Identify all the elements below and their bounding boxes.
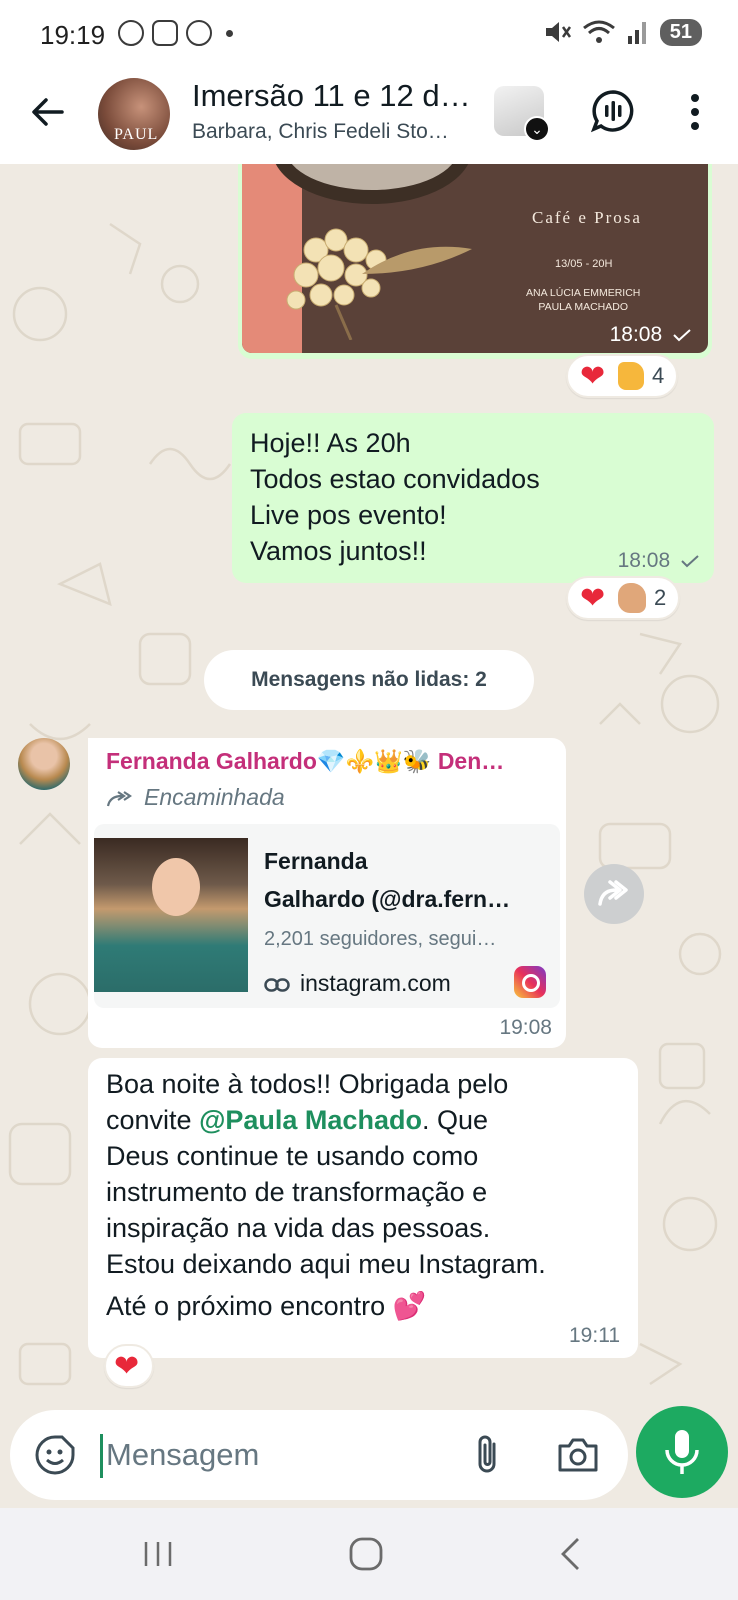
- status-time: 19:19: [40, 20, 106, 50]
- thumbnail-face: [152, 858, 200, 916]
- system-navigation-bar: [0, 1508, 738, 1600]
- text-caret: [100, 1434, 103, 1478]
- link-preview-title: Fernanda Galhardo (@dra.fern…: [264, 842, 510, 918]
- message-line: inspiração na vida das pessoas.: [106, 1213, 491, 1243]
- chat-header: PAUL Imersão 11 e 12 d… Barbara, Chris F…: [0, 68, 738, 164]
- link-title-line: Fernanda: [264, 848, 368, 874]
- message-line: Boa noite à todos!! Obrigada pelo: [106, 1069, 509, 1099]
- attach-icon[interactable]: [470, 1432, 504, 1478]
- flyer-host-2: PAULA MACHADO: [538, 301, 629, 313]
- image-message[interactable]: Café e Prosa 13/05 - 20H ANA LÚCIA EMMER…: [238, 164, 712, 359]
- message-input[interactable]: [106, 1428, 436, 1482]
- forwarded-message-time: 19:08: [499, 1016, 552, 1039]
- group-name[interactable]: Imersão 11 e 12 d…: [192, 78, 471, 114]
- link-preview-domain: instagram.com: [264, 970, 451, 997]
- image-reactions[interactable]: 4: [566, 354, 679, 398]
- threads-icon: [118, 20, 144, 46]
- signal-icon: [627, 22, 646, 44]
- flyer-host-1: ANA LÚCIA EMMERICH: [526, 287, 641, 299]
- nav-home-icon[interactable]: [348, 1536, 384, 1572]
- image-time-text: 18:08: [609, 323, 663, 346]
- outgoing-reactions[interactable]: 2: [566, 576, 681, 620]
- mute-icon: [545, 22, 571, 42]
- sent-check-icon: [673, 329, 691, 342]
- whatsapp-status-icon: [186, 20, 212, 46]
- link-title-line: Galhardo (@dra.fern…: [264, 886, 511, 912]
- event-flyer-image[interactable]: Café e Prosa 13/05 - 20H ANA LÚCIA EMMER…: [242, 164, 708, 353]
- message-line: Até o próximo encontro 💕: [106, 1291, 427, 1321]
- voice-record-button[interactable]: [636, 1406, 728, 1498]
- forwarded-icon: [106, 791, 132, 807]
- outgoing-message-text: Hoje!! As 20h Todos estao convidados Liv…: [250, 425, 540, 569]
- voice-chat-icon[interactable]: [590, 88, 636, 134]
- instagram-icon: [514, 966, 546, 998]
- link-preview-card[interactable]: Fernanda Galhardo (@dra.fern… 2,201 segu…: [94, 824, 560, 1008]
- instagram-status-icon: [152, 20, 178, 46]
- outgoing-line: Hoje!! As 20h: [250, 428, 411, 458]
- mention-prefix: convite: [106, 1105, 200, 1135]
- flyer-title: Café e Prosa: [532, 208, 642, 227]
- outgoing-message-time: 18:08: [618, 549, 700, 573]
- incoming-reactions[interactable]: [104, 1344, 154, 1388]
- link-domain-text: instagram.com: [300, 970, 451, 996]
- outgoing-line: Vamos juntos!!: [250, 536, 427, 566]
- battery-indicator: 51: [659, 18, 702, 46]
- image-reaction-count: 4: [652, 363, 665, 388]
- more-vert-icon[interactable]: [684, 92, 706, 132]
- mention-link[interactable]: @Paula Machado: [199, 1105, 422, 1135]
- heart-reaction-icon: [580, 359, 610, 394]
- group-avatar-text: PAUL: [114, 126, 159, 143]
- incoming-message[interactable]: Boa noite à todos!! Obrigada pelo convit…: [88, 1058, 638, 1358]
- sent-check-icon: [681, 555, 699, 568]
- message-line: instrumento de transformação e: [106, 1177, 488, 1207]
- wifi-icon: [582, 20, 615, 43]
- leaf-illustration: [362, 246, 472, 274]
- incoming-message-time: 19:11: [569, 1324, 620, 1347]
- link-preview-description: 2,201 seguidores, segui…: [264, 928, 497, 950]
- flyer-hosts: ANA LÚCIA EMMERICH PAULA MACHADO: [526, 286, 640, 314]
- sticker-icon[interactable]: [34, 1434, 76, 1476]
- outgoing-line: Todos estao convidados: [250, 464, 540, 494]
- forward-icon: [598, 880, 628, 906]
- group-avatar[interactable]: PAUL: [98, 78, 170, 150]
- back-arrow-icon[interactable]: [26, 90, 70, 134]
- heart-reaction-icon: [114, 1349, 144, 1384]
- status-bar: 19:19 51: [0, 0, 738, 68]
- nav-recents-icon[interactable]: [142, 1538, 174, 1570]
- thumbs-up-reaction-icon: [618, 362, 644, 390]
- incoming-message-text: Boa noite à todos!! Obrigada pelo convit…: [106, 1066, 546, 1324]
- clapping-hands-reaction-icon: [618, 583, 646, 613]
- message-line-with-mention: convite @Paula Machado. Que: [106, 1102, 546, 1138]
- sender-avatar[interactable]: [18, 738, 70, 790]
- notification-icons: [118, 20, 233, 46]
- sender-name[interactable]: Fernanda Galhardo💎⚜️👑🐝 Den…: [106, 748, 504, 775]
- mic-icon: [665, 1430, 699, 1474]
- forward-button[interactable]: [584, 864, 644, 924]
- forwarded-link-message[interactable]: Fernanda Galhardo💎⚜️👑🐝 Den… Encaminhada …: [88, 738, 566, 1048]
- mention-suffix: . Que: [421, 1105, 488, 1135]
- message-line: Estou deixando aqui meu Instagram.: [106, 1249, 546, 1279]
- link-icon: [264, 978, 290, 992]
- heart-reaction-icon: [580, 581, 610, 616]
- more-notifications-dot: [226, 29, 233, 37]
- chevron-down-icon: ⌄: [524, 116, 550, 142]
- unread-messages-divider: Mensagens não lidas: 2: [204, 650, 534, 710]
- image-message-time: 18:08: [610, 323, 692, 347]
- message-line: Deus continue te usando como: [106, 1141, 479, 1171]
- forwarded-label: Encaminhada: [106, 784, 285, 811]
- outgoing-time-text: 18:08: [617, 549, 671, 572]
- nav-back-icon[interactable]: [558, 1536, 582, 1572]
- outgoing-reaction-count: 2: [654, 585, 667, 610]
- system-icons: 51: [542, 18, 702, 46]
- group-members[interactable]: Barbara, Chris Fedeli Sto…: [192, 120, 449, 144]
- profile-switch-avatar[interactable]: ⌄: [494, 86, 550, 142]
- outgoing-message[interactable]: Hoje!! As 20h Todos estao convidados Liv…: [232, 413, 714, 583]
- forwarded-text: Encaminhada: [144, 784, 285, 810]
- flyer-photo-frame: [272, 164, 472, 204]
- flyer-date: 13/05 - 20H: [555, 258, 613, 270]
- camera-icon[interactable]: [556, 1436, 600, 1474]
- link-preview-thumbnail: [94, 838, 248, 992]
- message-composer: [10, 1410, 628, 1500]
- outgoing-line: Live pos evento!: [250, 500, 447, 530]
